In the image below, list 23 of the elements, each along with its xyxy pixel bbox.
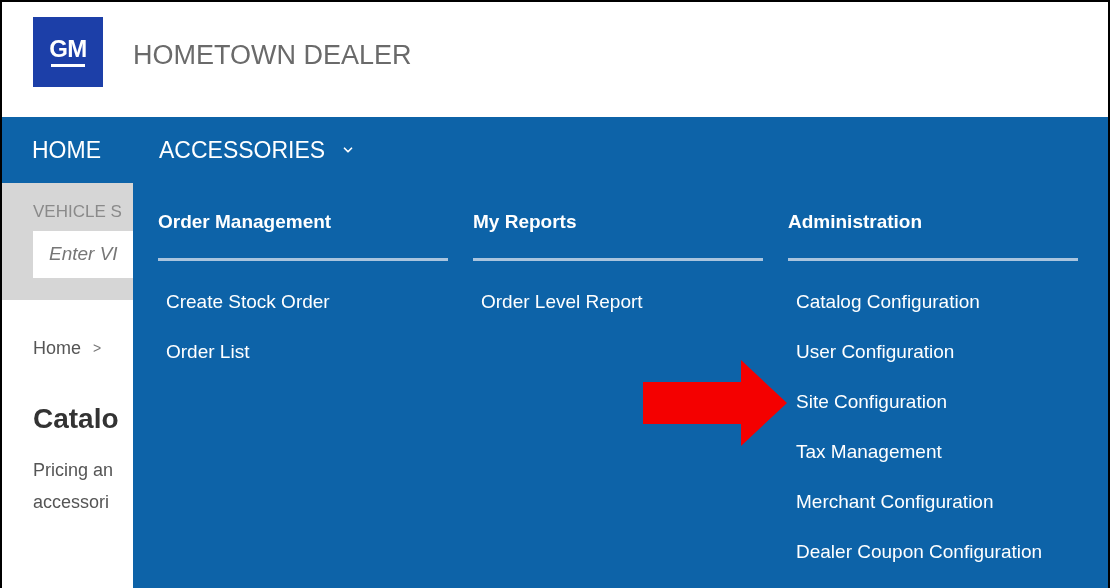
arrow-icon (643, 360, 787, 446)
breadcrumb-link[interactable]: Home (33, 335, 81, 362)
menu-heading: Order Management (158, 210, 333, 234)
menu-heading: Administration (788, 210, 924, 234)
breadcrumb-separator: > (93, 339, 102, 358)
menu-heading: My Reports (473, 210, 578, 234)
page-heading: Catalo (32, 402, 120, 436)
menu-link[interactable]: Tax Management (796, 438, 1078, 466)
page-description: Pricing an accessori (32, 459, 115, 514)
menu-link[interactable]: Merchant Configuration (796, 488, 1078, 516)
site-title: HOMETOWN DEALER (133, 39, 412, 72)
menu-link[interactable]: Order List (166, 338, 448, 366)
menu-link[interactable]: User Configuration (796, 338, 1078, 366)
menu-link[interactable]: Catalog Configuration (796, 288, 1078, 316)
menu-link[interactable]: Order Level Report (481, 288, 763, 316)
logo[interactable]: GM (33, 17, 103, 87)
logo-text: GM (49, 37, 87, 61)
nav-item[interactable]: HOME (32, 132, 101, 168)
menu-link[interactable]: Create Stock Order (166, 288, 448, 316)
menu-link[interactable]: Site Configuration (796, 388, 1078, 416)
menu-link[interactable]: Dealer Coupon Configuration (796, 538, 1078, 566)
search-label: VEHICLE S (33, 201, 123, 223)
vin-input-field[interactable]: Enter VI (33, 230, 133, 278)
